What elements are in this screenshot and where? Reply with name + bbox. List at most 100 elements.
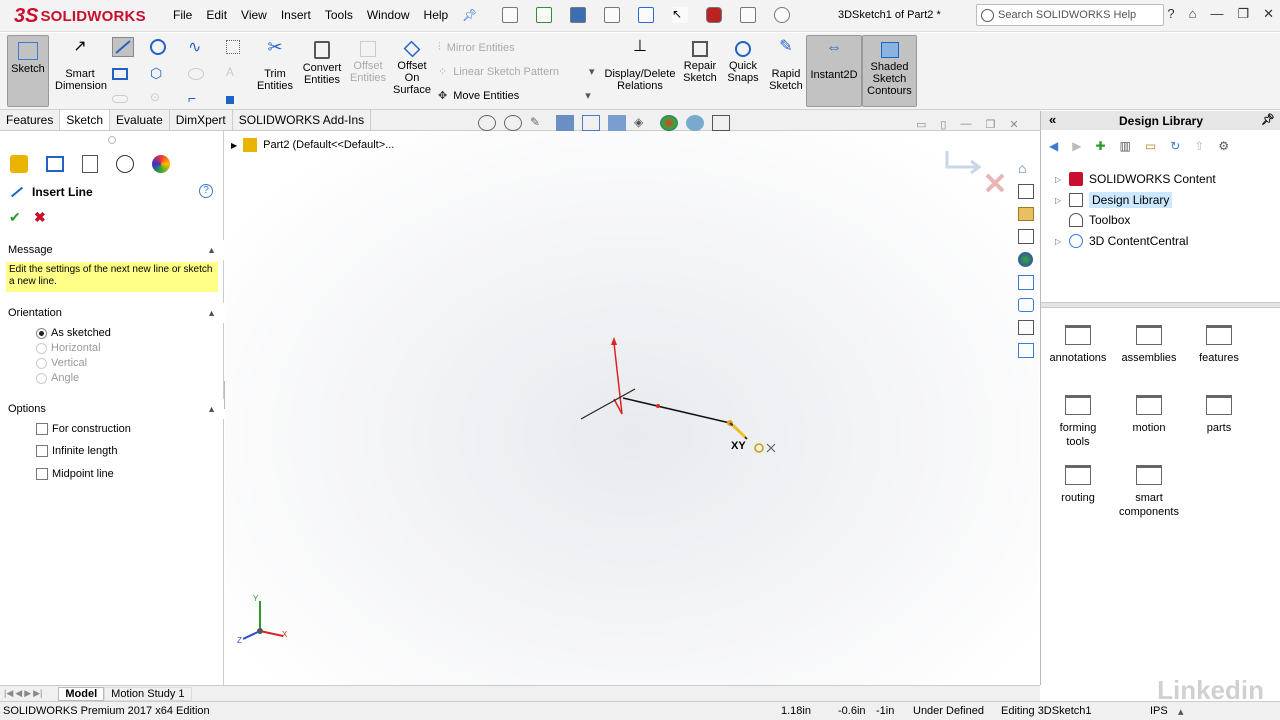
- back-icon[interactable]: ◀: [1049, 139, 1058, 153]
- menu-tools[interactable]: Tools: [318, 8, 360, 22]
- expand-icon[interactable]: ▷: [1055, 237, 1063, 246]
- feature-manager-icon[interactable]: [10, 155, 28, 173]
- tab-model[interactable]: Model: [58, 686, 105, 701]
- collapse-message-icon[interactable]: ▲: [207, 245, 216, 255]
- pin-icon[interactable]: 📌︎: [462, 8, 477, 22]
- spline-icon[interactable]: ∿: [188, 37, 226, 57]
- checkbox-infinite-length[interactable]: Infinite length: [36, 445, 117, 457]
- solidworks-logo[interactable]: 3S SOLIDWORKS: [14, 3, 146, 29]
- prev-tab-icon[interactable]: ◀: [15, 688, 22, 699]
- quick-snaps-button[interactable]: Quick Snaps: [724, 41, 762, 84]
- move-dropdown-icon[interactable]: ▾: [585, 89, 591, 102]
- sketch-button[interactable]: Sketch: [7, 35, 49, 107]
- forum-icon[interactable]: [1018, 298, 1034, 312]
- restore-icon[interactable]: ❐: [1237, 6, 1249, 22]
- menu-insert[interactable]: Insert: [274, 8, 318, 22]
- viewport-minimize-icon[interactable]: —: [960, 118, 971, 131]
- undo-icon[interactable]: [638, 7, 654, 23]
- radio-as-sketched[interactable]: As sketched: [36, 327, 111, 339]
- rebuild-icon[interactable]: [706, 7, 722, 23]
- dimxpert-manager-icon[interactable]: [116, 155, 134, 173]
- new-document-icon[interactable]: [502, 7, 518, 23]
- viewport-tile-icon[interactable]: ▭: [916, 118, 926, 131]
- graphics-area[interactable]: ▶ Part2 (Default<<Default>... XY Y X Z: [225, 131, 1039, 685]
- view-settings-icon[interactable]: [712, 115, 730, 131]
- close-icon[interactable]: ✕: [1263, 6, 1274, 22]
- move-entities-button[interactable]: ✥ Move Entities ▾: [438, 89, 591, 103]
- message-section-header[interactable]: Message ▲: [0, 240, 224, 260]
- open-icon[interactable]: [536, 7, 552, 23]
- tab-features[interactable]: Features: [0, 110, 61, 130]
- folder-motion[interactable]: motion: [1114, 395, 1184, 435]
- collapse-orientation-icon[interactable]: ▲: [207, 308, 216, 318]
- menu-window[interactable]: Window: [360, 8, 417, 22]
- instant2d-button[interactable]: ⇔ Instant2D: [806, 35, 862, 107]
- expand-icon[interactable]: ▷: [1055, 175, 1063, 184]
- line-icon[interactable]: [112, 37, 134, 57]
- shaded-sketch-contours-button[interactable]: Shaded Sketch Contours: [862, 35, 917, 107]
- sketch-line[interactable]: [622, 397, 731, 424]
- tree-item-toolbox[interactable]: Toolbox: [1055, 213, 1130, 227]
- file-explorer-icon[interactable]: [1018, 207, 1034, 221]
- save-icon[interactable]: [570, 7, 586, 23]
- rapid-sketch-button[interactable]: ✎ Rapid Sketch: [766, 39, 806, 93]
- up-one-level-icon[interactable]: ⇧: [1194, 139, 1204, 153]
- trim-entities-button[interactable]: ✂ Trim Entities: [253, 38, 297, 92]
- folder-annotations[interactable]: annotations: [1043, 325, 1113, 365]
- pm-help-icon[interactable]: ?: [199, 184, 213, 198]
- ok-checkmark-icon[interactable]: ✔: [9, 209, 21, 226]
- display-manager-icon[interactable]: [152, 155, 170, 173]
- options-gear-icon[interactable]: [774, 7, 790, 23]
- unit-system[interactable]: IPS: [1150, 705, 1168, 717]
- menu-view[interactable]: View: [234, 8, 274, 22]
- folder-forming-tools[interactable]: forming tools: [1043, 395, 1113, 449]
- repair-sketch-button[interactable]: Repair Sketch: [680, 41, 720, 84]
- options-section-header[interactable]: Options ▲: [0, 399, 224, 419]
- viewport-restore-icon[interactable]: ❐: [985, 118, 995, 131]
- confirmation-corner[interactable]: [945, 151, 1005, 193]
- menu-edit[interactable]: Edit: [199, 8, 234, 22]
- previous-view-icon[interactable]: ✎: [530, 115, 548, 131]
- toolbox-settings-icon[interactable]: ⚙︎: [1218, 139, 1229, 153]
- smart-dimension-button[interactable]: ↗ Smart Dimension: [55, 39, 107, 93]
- pin-pane-icon[interactable]: 📌︎: [1261, 113, 1275, 126]
- appearances-icon[interactable]: [1018, 252, 1033, 267]
- next-tab-icon[interactable]: ▶: [24, 688, 31, 699]
- tree-item-solidworks-content[interactable]: ▷ SOLIDWORKS Content: [1055, 172, 1216, 186]
- zoom-to-fit-icon[interactable]: [478, 115, 496, 131]
- folder-smart-components[interactable]: smart components: [1114, 465, 1184, 519]
- rectangle-icon[interactable]: [112, 68, 128, 80]
- pattern-dropdown-icon[interactable]: ▾: [589, 65, 595, 78]
- folder-assemblies[interactable]: assemblies: [1114, 325, 1184, 365]
- checkbox-for-construction[interactable]: For construction: [36, 423, 131, 435]
- resources-home-icon[interactable]: ⌂: [1018, 160, 1038, 176]
- select-arrow-icon[interactable]: ↖: [672, 7, 688, 23]
- viewport-expand-icon[interactable]: ▯: [940, 118, 946, 131]
- checkbox-midpoint-line[interactable]: Midpoint line: [36, 468, 114, 480]
- cancel-x-icon[interactable]: ✖: [34, 209, 46, 226]
- first-tab-icon[interactable]: |◀: [4, 688, 13, 699]
- solidworks-content-icon[interactable]: [1018, 343, 1034, 358]
- menu-file[interactable]: File: [166, 8, 199, 22]
- edit-appearance-icon[interactable]: [660, 115, 678, 131]
- convert-entities-button[interactable]: Convert Entities: [300, 41, 344, 86]
- offset-on-surface-button[interactable]: Offset On Surface: [392, 40, 432, 96]
- polygon-icon[interactable]: ⬡: [150, 65, 188, 82]
- viewport-close-icon[interactable]: ✕: [1009, 118, 1018, 131]
- collapse-pane-icon[interactable]: «: [1049, 112, 1056, 127]
- folder-routing[interactable]: routing: [1043, 465, 1113, 505]
- zoom-area-icon[interactable]: [504, 115, 522, 131]
- tree-item-3d-contentcentral[interactable]: ▷ 3D ContentCentral: [1055, 234, 1188, 248]
- folder-features[interactable]: features: [1184, 325, 1254, 365]
- last-tab-icon[interactable]: ▶|: [33, 688, 42, 699]
- tab-add-ins[interactable]: SOLIDWORKS Add-Ins: [233, 110, 372, 130]
- hide-show-icon[interactable]: ◈: [634, 115, 652, 131]
- panel-grip-icon[interactable]: [108, 136, 116, 144]
- menu-help[interactable]: Help: [417, 8, 456, 22]
- display-delete-relations-button[interactable]: ⊥ Display/Delete Relations: [600, 39, 680, 93]
- tree-item-design-library[interactable]: ▷ Design Library: [1055, 192, 1173, 208]
- pane-splitter[interactable]: [1041, 302, 1280, 308]
- collapse-options-icon[interactable]: ▲: [207, 404, 216, 414]
- add-to-library-icon[interactable]: ✚: [1095, 139, 1105, 153]
- orientation-section-header[interactable]: Orientation ▲: [0, 303, 224, 323]
